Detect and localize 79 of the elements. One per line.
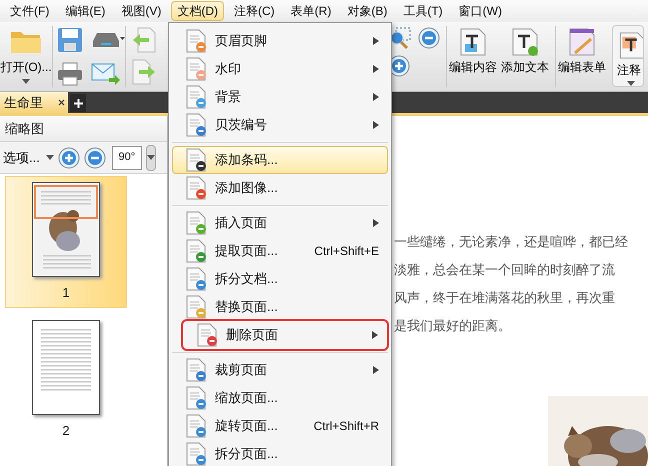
body-text: 是我们最好的距离。 [394, 318, 512, 336]
document-icon [185, 358, 207, 382]
menu-item[interactable]: 拆分页面... [172, 440, 388, 466]
document-icon [185, 57, 207, 81]
document-icon [185, 85, 207, 109]
toolbar-icon [567, 27, 597, 57]
toolbar-icon [617, 31, 643, 60]
panel-title: 缩略图 [5, 120, 44, 138]
document-icon [185, 211, 207, 235]
body-text: 淡雅，总会在某一个回眸的时刻醉了流 [394, 262, 616, 280]
caret-icon [372, 331, 378, 339]
document-icon [185, 386, 207, 410]
toolbar-icon [510, 27, 540, 57]
body-text: 风声，终于在堆满落花的秋里，再次重 [394, 290, 616, 308]
menu-item[interactable]: 水印 [172, 55, 388, 83]
menu-item[interactable]: 替换页面... [172, 293, 388, 321]
caret-icon [373, 121, 379, 129]
document-icon [196, 323, 218, 347]
caret-icon [627, 81, 635, 86]
menu-item[interactable]: 旋转页面... Ctrl+Shift+R [172, 412, 388, 440]
page-thumbnail[interactable]: 2 [5, 314, 127, 445]
document-icon [185, 29, 207, 53]
menu-item[interactable]: 缩放页面... [172, 384, 388, 412]
open-button[interactable]: 打开(O)... [0, 22, 52, 91]
page-number: 1 [62, 284, 70, 302]
menu-item[interactable]: 表单(R) [284, 1, 338, 21]
menu-item[interactable]: 注释(C) [228, 1, 281, 21]
menu-item[interactable]: 页眉页脚 [172, 27, 388, 55]
options-dropdown[interactable]: 选项... [3, 148, 54, 168]
caret-icon [22, 79, 30, 84]
document-icon [185, 267, 207, 291]
toolbar-icon [458, 27, 488, 57]
menu-item[interactable]: 拆分文档... [172, 265, 388, 293]
plus-icon [74, 98, 82, 108]
document-icon [185, 113, 207, 137]
document-icon [185, 148, 207, 172]
zoom-in-icon[interactable] [58, 146, 80, 168]
menu-item[interactable]: 文件(F) [4, 1, 56, 21]
page-number: 2 [62, 422, 70, 440]
page-thumbnail[interactable]: 1 [5, 176, 127, 308]
document-icon [185, 176, 207, 200]
save-icon[interactable] [57, 27, 83, 53]
document-icon [185, 239, 207, 263]
zoom-out-icon[interactable] [84, 146, 106, 168]
email-icon[interactable] [91, 62, 121, 86]
caret-icon [373, 37, 379, 45]
toolbar-button[interactable]: 编辑内容 [447, 22, 499, 91]
toolbar-button[interactable]: 注释 [612, 25, 644, 87]
menu-item[interactable]: 裁剪页面 [172, 356, 388, 384]
caret-icon [373, 366, 379, 374]
menu-item[interactable]: 贝茨编号 [172, 111, 388, 139]
menu-item[interactable]: 编辑(E) [59, 1, 112, 21]
menu-item[interactable]: 视图(V) [115, 1, 168, 21]
body-text: 一些缱绻，无论素净，还是喧哗，都已经 [394, 234, 629, 252]
toolbar-button[interactable]: 编辑表单 [556, 22, 608, 91]
zoom-out-icon[interactable] [418, 27, 440, 49]
new-tab-button[interactable] [70, 94, 86, 112]
document-icon [185, 295, 207, 319]
menu-item[interactable]: 对象(B) [341, 1, 394, 21]
caret-icon [46, 155, 54, 160]
toolbar-button[interactable]: 添加文本 [499, 22, 551, 91]
menu-item[interactable]: 工具(T) [397, 1, 449, 21]
menu-item[interactable]: 插入页面 [172, 209, 388, 237]
menu-item[interactable]: 提取页面... Ctrl+Shift+E [172, 237, 388, 265]
menu-item[interactable]: 添加图像... [172, 174, 388, 202]
document-tab[interactable]: 生命里 [0, 92, 68, 113]
caret-icon [146, 155, 155, 160]
document-icon [185, 414, 207, 438]
menu-item[interactable]: 背景 [172, 83, 388, 111]
menu-item[interactable]: 删除页面 [183, 321, 387, 349]
close-icon[interactable] [58, 99, 65, 106]
menu-item[interactable]: 添加条码... [172, 146, 388, 174]
caret-icon [373, 65, 379, 73]
caret-icon [373, 219, 379, 227]
printer-icon[interactable] [57, 62, 83, 86]
expand-button[interactable] [146, 144, 156, 170]
menu-item[interactable]: 文档(D) [171, 1, 224, 21]
caret-icon [373, 93, 379, 101]
menu-item[interactable]: 窗口(W) [452, 1, 508, 21]
